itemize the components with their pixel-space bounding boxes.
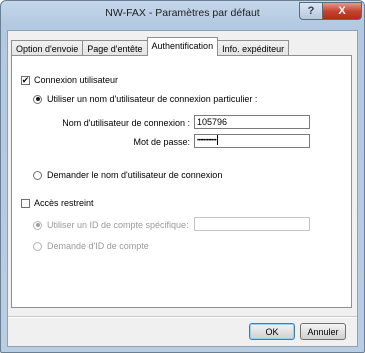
dialog-body: Option d'envoie Page d'entête Authentifi…: [7, 30, 358, 347]
ask-account-id-label: Demande d'ID de compte: [47, 241, 149, 251]
footer-divider: [8, 316, 357, 318]
ask-username-row[interactable]: Demander le nom d'utilisateur de connexi…: [33, 170, 222, 180]
ask-account-id-row[interactable]: Demande d'ID de compte: [33, 241, 149, 251]
ask-username-radio[interactable]: [33, 170, 42, 180]
tab-sender-info[interactable]: Info. expéditeur: [217, 40, 290, 56]
use-specific-username-radio[interactable]: [33, 94, 42, 104]
username-label: Nom d'utilisateur de connexion :: [62, 118, 190, 128]
restricted-access-row[interactable]: Accès restreint: [21, 198, 94, 208]
use-specific-username-label: Utiliser un nom d'utilisateur de connexi…: [47, 94, 258, 104]
dialog-window: NW-FAX - Paramètres par défaut ? X Optio…: [0, 0, 365, 353]
help-button[interactable]: ?: [299, 2, 323, 20]
tab-send-options[interactable]: Option d'envoie: [11, 40, 84, 56]
ok-button[interactable]: OK: [249, 323, 295, 340]
tab-strip: Option d'envoie Page d'entête Authentifi…: [11, 37, 290, 56]
tab-authentication[interactable]: Authentification: [146, 37, 219, 56]
ask-username-label: Demander le nom d'utilisateur de connexi…: [47, 170, 223, 180]
user-login-checkbox-row[interactable]: ✔ Connexion utilisateur: [21, 75, 118, 85]
user-login-checkbox[interactable]: ✔: [21, 74, 30, 85]
check-icon: ✔: [21, 74, 30, 85]
close-button[interactable]: X: [322, 2, 362, 20]
use-account-id-radio[interactable]: [33, 220, 42, 230]
password-field[interactable]: ••••••••••••: [194, 134, 310, 148]
username-value: 105796: [197, 117, 228, 127]
use-account-id-label: Utiliser un ID de compte spécifique:: [47, 220, 189, 230]
username-field[interactable]: 105796: [194, 115, 310, 129]
help-icon: ?: [307, 5, 315, 17]
restricted-access-label: Accès restreint: [34, 198, 94, 208]
use-account-id-row[interactable]: Utiliser un ID de compte spécifique:: [33, 220, 189, 230]
text-caret: [217, 135, 219, 146]
tab-panel-authentication: ✔ Connexion utilisateur Utiliser un nom …: [11, 55, 352, 308]
restricted-access-checkbox[interactable]: [21, 198, 30, 208]
tab-cover-page[interactable]: Page d'entête: [82, 40, 148, 56]
title-bar[interactable]: NW-FAX - Paramètres par défaut ? X: [1, 1, 364, 27]
use-specific-username-row[interactable]: Utiliser un nom d'utilisateur de connexi…: [33, 94, 257, 104]
account-id-field[interactable]: [194, 217, 310, 231]
ask-account-id-radio[interactable]: [33, 241, 42, 251]
close-icon: X: [338, 5, 346, 17]
cancel-button[interactable]: Annuler: [300, 323, 346, 340]
password-label: Mot de passe:: [133, 137, 190, 147]
user-login-label: Connexion utilisateur: [34, 75, 119, 85]
password-value: ••••••••••••: [197, 138, 217, 144]
